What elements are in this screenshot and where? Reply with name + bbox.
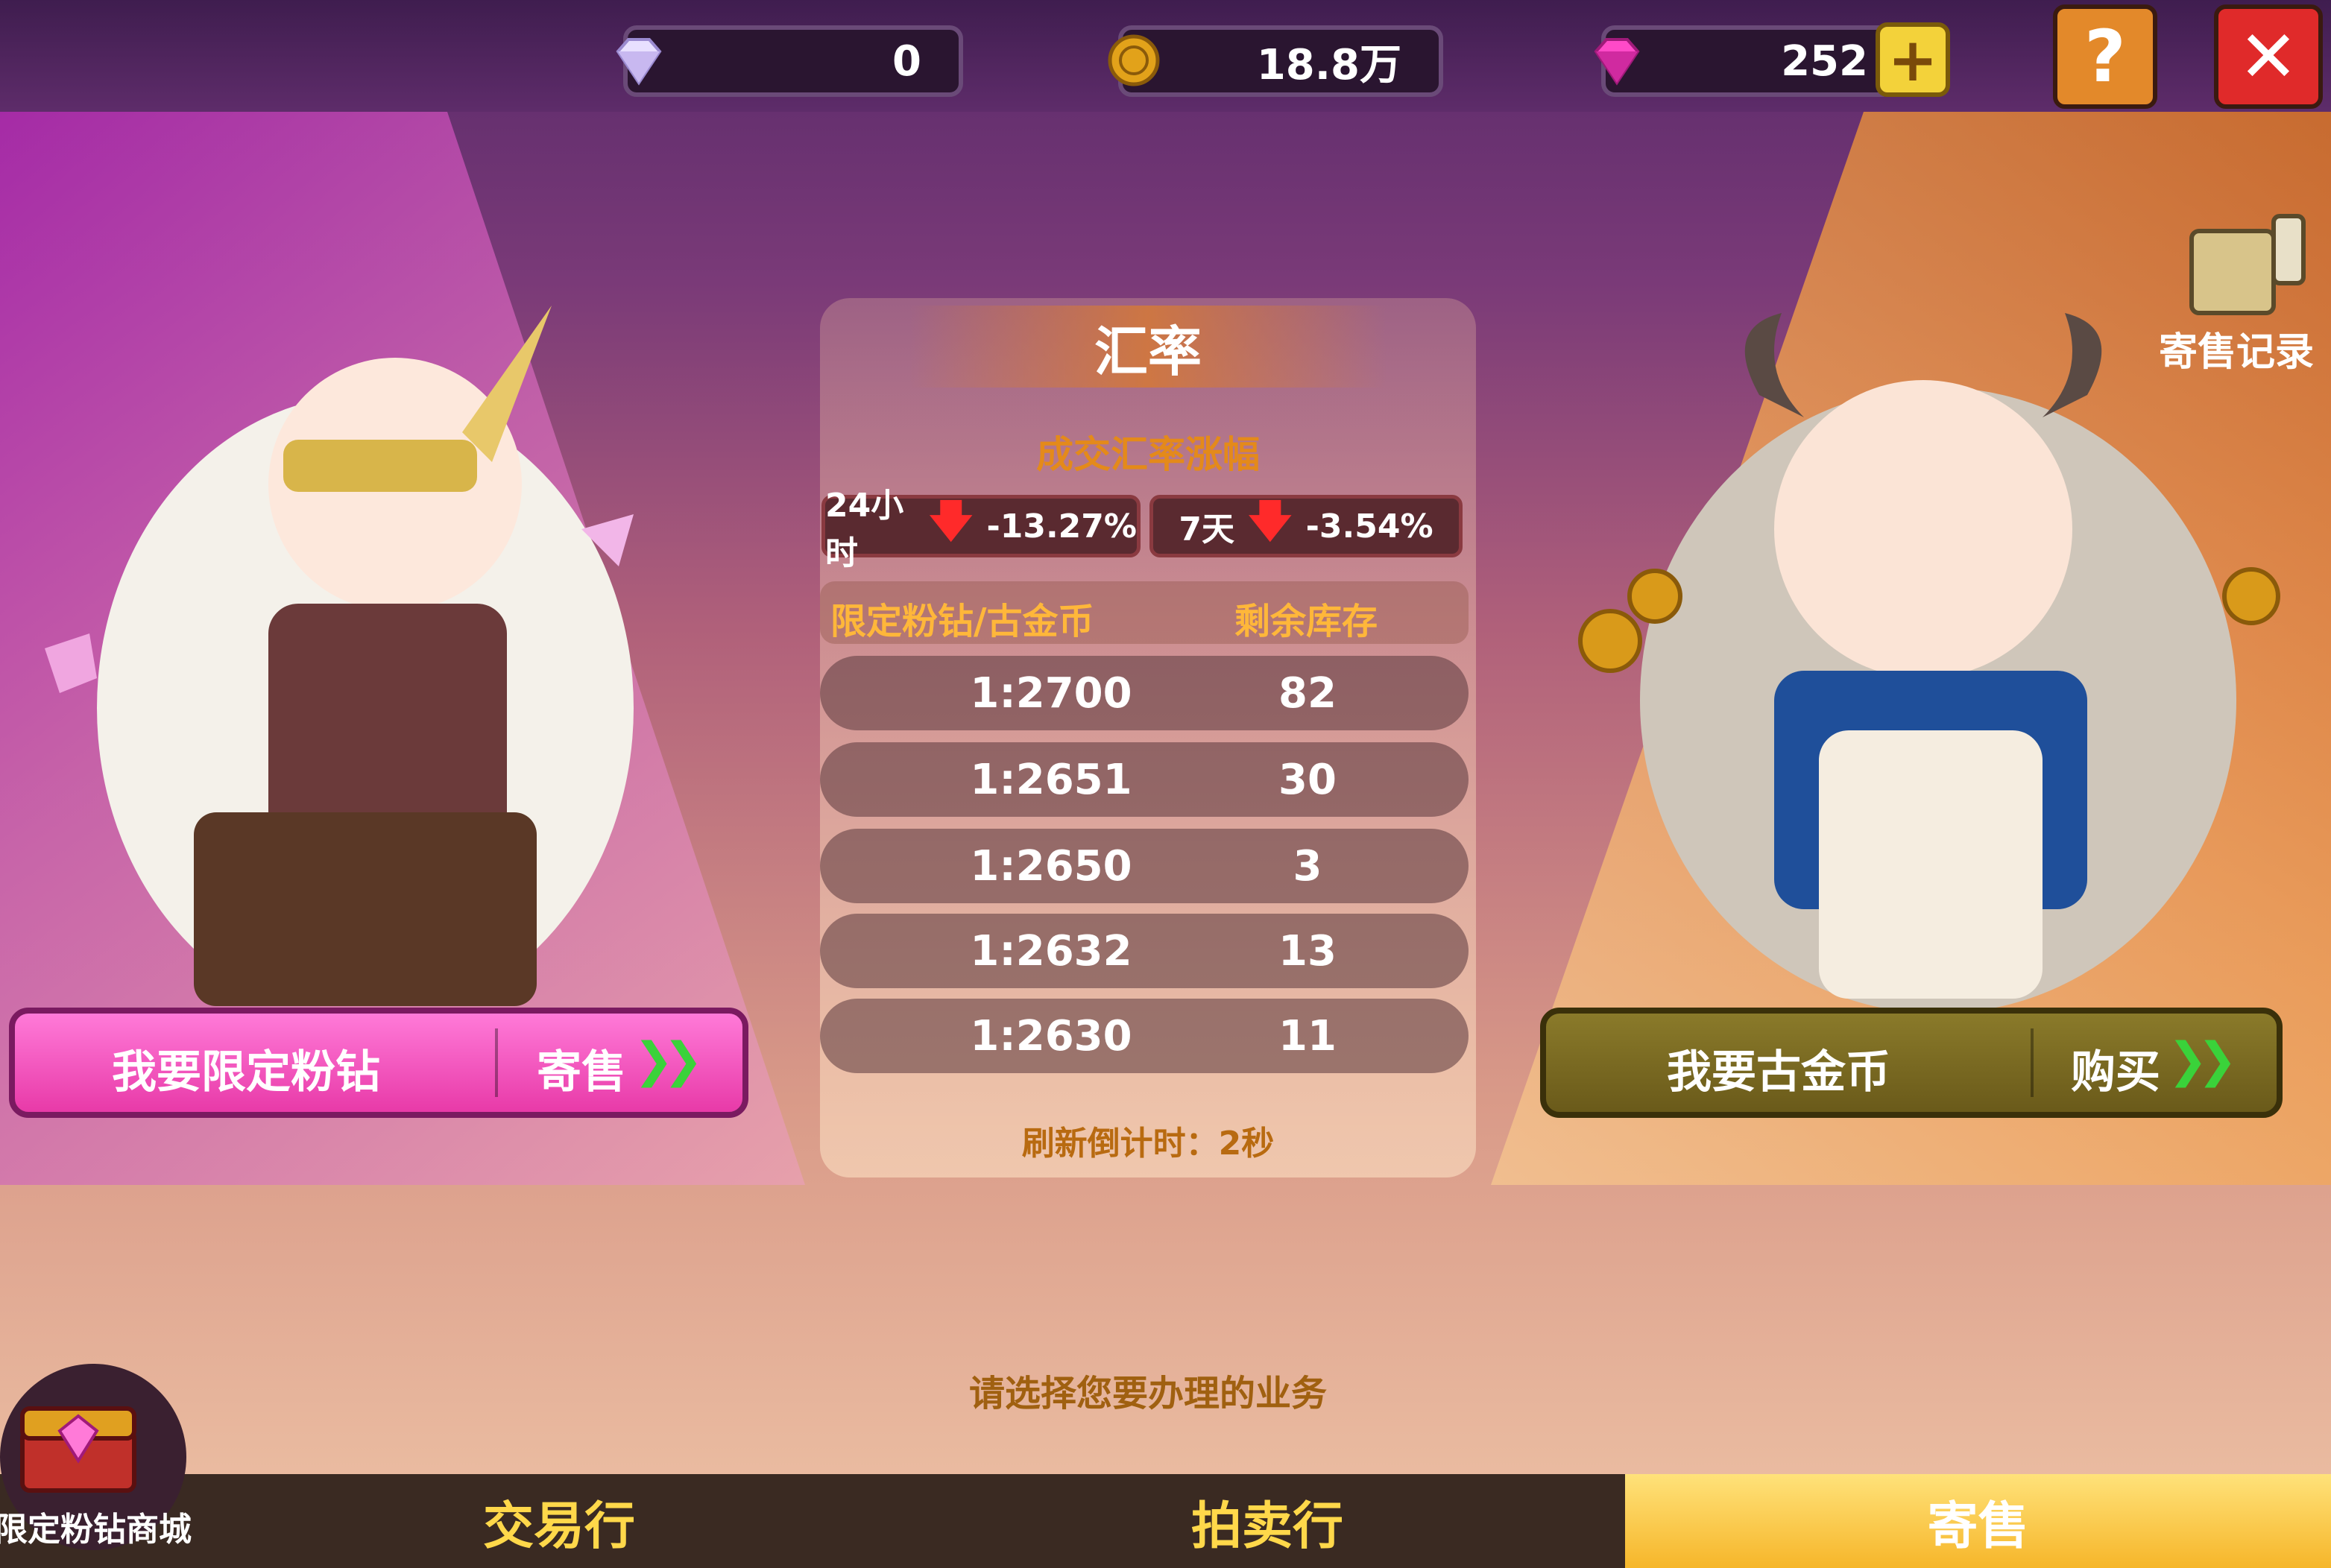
- rate-row[interactable]: 1:2700 82: [820, 656, 1469, 730]
- rate-value: 1:2700: [970, 669, 1132, 718]
- stock-value: 30: [1278, 756, 1337, 804]
- rate-row[interactable]: 1:2650 3: [820, 829, 1469, 903]
- exchange-subtitle: 成交汇率涨幅: [1036, 433, 1260, 476]
- buy-action-label: 购买: [2071, 1046, 2160, 1098]
- pink-diamond-shop-button[interactable]: 限定粉钻商城: [0, 1364, 192, 1565]
- buy-gold-coin-label: 我要古金币: [1667, 1046, 1890, 1098]
- pink-diamond-counter: 252: [1594, 25, 1895, 97]
- button-divider: [2031, 1028, 2034, 1097]
- tab-auction-label: 拍卖行: [1190, 1496, 1343, 1556]
- treasure-chest-icon: [20, 1406, 136, 1493]
- buy-gold-coin-button[interactable]: 我要古金币 购买 ❯❯: [1540, 1008, 2283, 1118]
- instruction-hint: 请选择您要办理的业务: [968, 1373, 1327, 1414]
- tab-auction[interactable]: 拍卖行: [1081, 1474, 1454, 1568]
- down-arrow-icon: 🡇: [1248, 495, 1293, 546]
- gold-value: 18.8万: [1256, 40, 1401, 89]
- double-chevron-right-icon: ❯❯: [634, 1033, 703, 1088]
- refresh-countdown: 刷新倒计时：2秒: [1021, 1125, 1275, 1163]
- stat-24h: 24小时 🡇 -13.27%: [821, 487, 1141, 572]
- sell-action-label: 寄售: [537, 1046, 626, 1098]
- pink-diamond-icon: [1583, 27, 1650, 94]
- rate-table-header: 限定粉钻/古金币 剩余库存: [820, 581, 1469, 644]
- down-arrow-icon: 🡇: [928, 495, 974, 546]
- stat-7d-change: -3.54%: [1305, 507, 1433, 546]
- rate-value: 1:2650: [970, 842, 1132, 891]
- rate-value: 1:2630: [970, 1012, 1132, 1060]
- gold-counter: 18.8万: [1108, 25, 1443, 97]
- stat-24h-change: -13.27%: [986, 507, 1137, 546]
- stock-value: 11: [1278, 1012, 1337, 1060]
- stock-value: 13: [1278, 927, 1337, 976]
- consignment-record-label: 寄售记录: [2158, 330, 2314, 375]
- stock-column-header: 剩余库存: [1234, 601, 1378, 642]
- plus-icon: +: [1887, 25, 1938, 95]
- tab-consignment[interactable]: 寄售: [1625, 1474, 2331, 1568]
- diamond-counter: 0: [616, 25, 963, 97]
- rate-row[interactable]: 1:2630 11: [820, 999, 1469, 1073]
- white-diamond-icon: [605, 27, 672, 94]
- stock-value: 3: [1293, 842, 1322, 891]
- scroll-record-icon: [2189, 214, 2306, 315]
- rate-row[interactable]: 1:2651 30: [820, 742, 1469, 817]
- rate-row[interactable]: 1:2632 13: [820, 914, 1469, 988]
- sell-pink-diamond-label: 我要限定粉钻: [112, 1046, 380, 1098]
- help-button[interactable]: ?: [2053, 4, 2157, 109]
- close-button[interactable]: ✕: [2214, 4, 2323, 109]
- add-currency-button[interactable]: +: [1876, 22, 1950, 97]
- diamond-value: 0: [892, 37, 921, 86]
- pink-diamond-value: 252: [1781, 37, 1868, 86]
- double-chevron-right-icon: ❯❯: [2168, 1033, 2237, 1088]
- button-divider: [495, 1028, 498, 1097]
- pink-diamond-merchant-character: [45, 291, 686, 1021]
- exchange-title: 汇率: [909, 306, 1387, 388]
- tab-consignment-label: 寄售: [1927, 1496, 2029, 1556]
- tab-trading[interactable]: 交易行: [373, 1474, 745, 1568]
- rate-column-header: 限定粉钻/古金币: [830, 601, 1094, 642]
- consignment-record-button[interactable]: 寄售记录: [2147, 209, 2326, 375]
- stat-7d: 7天 🡇 -3.54%: [1149, 495, 1463, 557]
- rate-value: 1:2651: [970, 756, 1132, 804]
- sell-pink-diamond-button[interactable]: 我要限定粉钻 寄售 ❯❯: [9, 1008, 748, 1118]
- stock-value: 82: [1278, 669, 1337, 718]
- tab-trading-label: 交易行: [482, 1496, 635, 1556]
- gold-coin-icon: [1100, 27, 1167, 94]
- stat-24h-period: 24小时: [825, 487, 904, 572]
- stat-7d-period: 7天: [1179, 510, 1235, 549]
- shop-label: 限定粉钻商城: [0, 1511, 192, 1549]
- close-icon: ✕: [2238, 15, 2299, 98]
- rate-value: 1:2632: [970, 927, 1132, 976]
- gold-coin-merchant-character: [1536, 283, 2326, 1014]
- question-icon: ?: [2084, 15, 2126, 98]
